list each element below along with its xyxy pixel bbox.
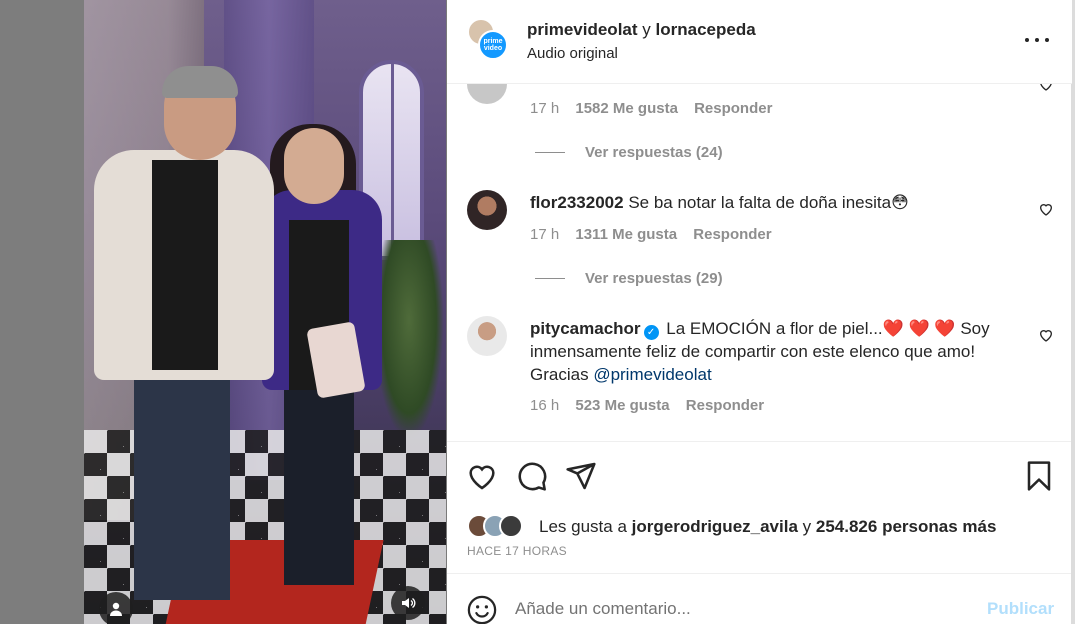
heart-icon[interactable] xyxy=(466,460,498,492)
tagged-users-button[interactable] xyxy=(99,592,133,624)
collaborator-username-link[interactable]: lornacepeda xyxy=(656,20,756,39)
audio-label-link[interactable]: Audio original xyxy=(527,45,618,62)
comment-username[interactable]: flor2332002 xyxy=(530,193,624,212)
comment-meta: 17 h 1311 Me gusta Responder xyxy=(530,226,772,243)
comment-likes[interactable]: 523 Me gusta xyxy=(575,397,669,414)
woman-legs xyxy=(284,385,354,585)
verified-icon: ✓ xyxy=(643,325,659,340)
more-options-button[interactable] xyxy=(1025,30,1049,50)
comment-text: flor2332002 Se ba notar la falta de doña… xyxy=(530,191,1010,214)
post-media[interactable] xyxy=(84,0,446,624)
likes-connector: y xyxy=(802,517,812,536)
post-actions: Les gusta a jorgerodriguez_avila y 254.8… xyxy=(447,442,1072,574)
commenter-avatar[interactable] xyxy=(467,316,507,356)
likes-prefix: Les gusta a xyxy=(539,517,627,536)
man-legs xyxy=(134,370,230,600)
comment-icon[interactable] xyxy=(516,460,548,492)
comment-body: La EMOCIÓN a flor de piel... xyxy=(666,319,883,338)
man-shirt xyxy=(152,160,218,370)
scene-plant xyxy=(374,240,444,440)
reply-button[interactable]: Responder xyxy=(694,100,772,117)
heart-icon[interactable] xyxy=(1038,327,1054,343)
reply-button[interactable]: Responder xyxy=(686,397,764,414)
post-side-panel: prime video primevideolat y lornacepeda … xyxy=(447,0,1072,624)
comment-time[interactable]: 16 h xyxy=(530,397,559,414)
add-comment-bar: Publicar xyxy=(447,575,1072,624)
reply-button[interactable]: Responder xyxy=(693,226,771,243)
post-authors: primevideolat y lornacepeda xyxy=(527,20,756,40)
author-username-link[interactable]: primevideolat xyxy=(527,20,638,39)
heart-icon[interactable] xyxy=(1038,84,1054,92)
view-replies-label: Ver respuestas (24) xyxy=(585,144,723,161)
comments-list[interactable]: 17 h 1582 Me gusta Responder Ver respues… xyxy=(447,84,1072,442)
more-icon xyxy=(1025,38,1029,42)
audio-toggle-button[interactable] xyxy=(391,586,425,620)
more-icon-dot xyxy=(1045,38,1049,42)
comment-time[interactable]: 17 h xyxy=(530,226,559,243)
commenter-avatar[interactable] xyxy=(467,190,507,230)
view-replies-label: Ver respuestas (29) xyxy=(585,270,723,287)
comment-time[interactable]: 17 h xyxy=(530,100,559,117)
comment-text: pitycamachor ✓ La EMOCIÓN a flor de piel.… xyxy=(530,317,1010,386)
view-replies-button[interactable]: Ver respuestas (24) xyxy=(535,144,723,161)
comment-likes[interactable]: 1311 Me gusta xyxy=(575,226,677,243)
post-timestamp[interactable]: HACE 17 HORAS xyxy=(467,544,567,558)
comment-input[interactable] xyxy=(515,597,965,621)
speaker-icon xyxy=(402,597,416,609)
liker-avatar xyxy=(499,514,523,538)
comment-username[interactable]: pitycamachor xyxy=(530,319,641,338)
man-hair xyxy=(162,66,238,98)
commenter-avatar[interactable] xyxy=(467,84,507,104)
liker-avatars[interactable] xyxy=(467,514,523,538)
emoji-icon[interactable] xyxy=(467,595,497,624)
likes-count-link[interactable]: 254.826 personas más xyxy=(816,517,997,536)
publish-button[interactable]: Publicar xyxy=(987,599,1054,619)
bookmark-icon[interactable] xyxy=(1023,460,1055,492)
replies-divider xyxy=(535,152,565,153)
red-heart-emojis: ❤️ ❤️ ❤️ xyxy=(882,319,956,338)
liker-username-link[interactable]: jorgerodriguez_avila xyxy=(632,517,798,536)
comment-body: Se ba notar la falta de doña inesita xyxy=(628,193,892,212)
authors-connector: y xyxy=(642,20,651,39)
prime-video-logo: prime video xyxy=(483,38,503,52)
window-edge xyxy=(1071,0,1075,624)
replies-divider xyxy=(535,278,565,279)
comment-meta: 16 h 523 Me gusta Responder xyxy=(530,397,764,414)
mention-link[interactable]: @primevideolat xyxy=(593,365,711,384)
post-header: prime video primevideolat y lornacepeda … xyxy=(447,0,1072,84)
woman-head xyxy=(284,128,344,204)
flushed-emoji: 😳 xyxy=(891,193,909,212)
heart-icon[interactable] xyxy=(1038,201,1054,217)
comment-meta: 17 h 1582 Me gusta Responder xyxy=(530,100,772,117)
author-avatar[interactable]: prime video xyxy=(478,30,508,60)
likes-summary: Les gusta a jorgerodriguez_avila y 254.8… xyxy=(539,517,996,537)
user-tag-icon xyxy=(110,602,122,616)
comment-likes[interactable]: 1582 Me gusta xyxy=(575,100,678,117)
view-replies-button[interactable]: Ver respuestas (29) xyxy=(535,270,723,287)
page-backdrop xyxy=(0,0,84,624)
share-icon[interactable] xyxy=(565,460,597,492)
more-icon-dot xyxy=(1035,38,1039,42)
